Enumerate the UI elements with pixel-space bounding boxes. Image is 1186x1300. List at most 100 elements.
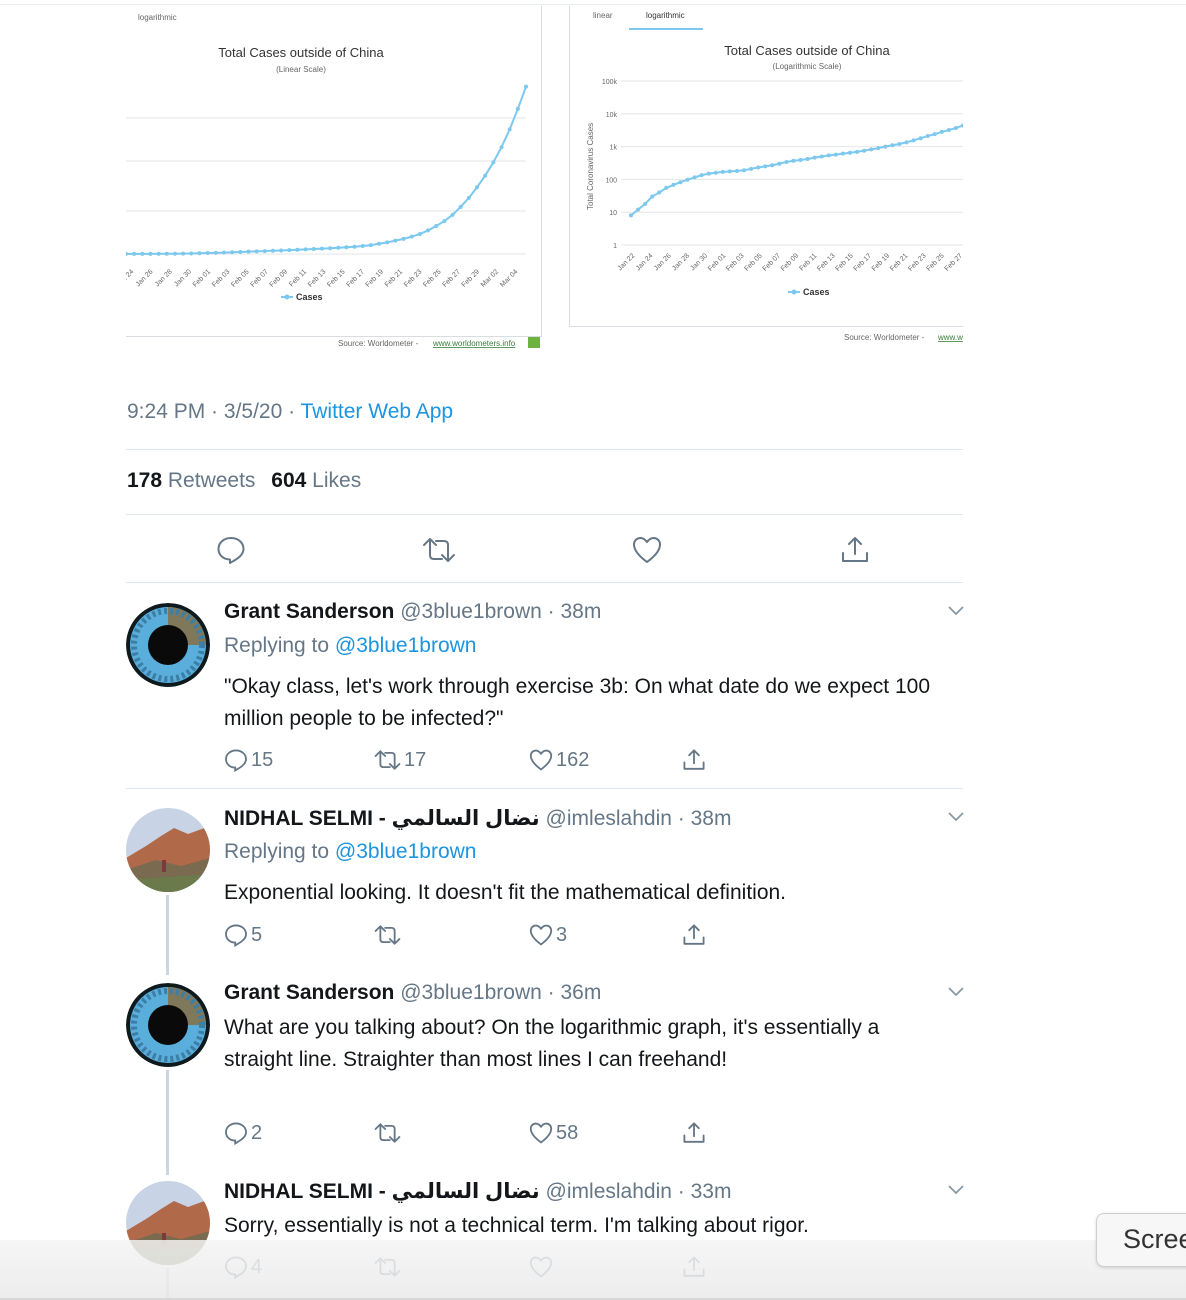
data-point[interactable]: [491, 160, 496, 165]
retweet-button[interactable]: 17: [374, 746, 426, 774]
author-handle[interactable]: @3blue1brown: [400, 981, 542, 1004]
author-name[interactable]: Grant Sanderson: [224, 981, 394, 1004]
data-point[interactable]: [483, 173, 488, 178]
tweet-source-app[interactable]: Twitter Web App: [301, 400, 454, 423]
data-point[interactable]: [720, 169, 725, 174]
data-point[interactable]: [417, 231, 422, 236]
data-point[interactable]: [319, 246, 324, 251]
avatar[interactable]: [126, 603, 210, 687]
data-point[interactable]: [629, 213, 633, 218]
data-point[interactable]: [126, 251, 128, 256]
retweet-button[interactable]: [374, 1119, 404, 1147]
data-point[interactable]: [777, 161, 782, 166]
data-point[interactable]: [911, 138, 916, 143]
data-point[interactable]: [840, 151, 845, 156]
data-point[interactable]: [883, 144, 888, 149]
chevron-down-icon[interactable]: [946, 600, 966, 620]
data-point[interactable]: [385, 240, 390, 245]
data-point[interactable]: [148, 251, 153, 256]
data-point[interactable]: [812, 155, 817, 160]
data-point[interactable]: [826, 153, 831, 158]
author-name[interactable]: Grant Sanderson: [224, 600, 394, 623]
tweet-date[interactable]: 3/5/20: [224, 400, 282, 423]
data-point[interactable]: [230, 250, 235, 255]
share-button[interactable]: [682, 1119, 706, 1147]
reply-time[interactable]: 38m: [560, 600, 601, 623]
tab-logarithmic[interactable]: logarithmic: [138, 13, 177, 22]
retweet-button[interactable]: [374, 921, 404, 949]
data-point[interactable]: [756, 165, 761, 170]
data-point[interactable]: [254, 249, 259, 254]
data-point[interactable]: [393, 238, 398, 243]
data-point[interactable]: [847, 150, 852, 155]
like-button[interactable]: 3: [529, 921, 567, 949]
data-point[interactable]: [734, 169, 739, 174]
data-point[interactable]: [636, 207, 641, 212]
data-point[interactable]: [426, 228, 431, 233]
avatar[interactable]: [126, 983, 210, 1067]
data-point[interactable]: [692, 175, 697, 180]
share-button[interactable]: [835, 530, 875, 570]
data-point[interactable]: [805, 156, 810, 161]
data-point[interactable]: [450, 212, 455, 217]
like-button[interactable]: 162: [529, 746, 589, 774]
data-point[interactable]: [377, 241, 382, 246]
data-point[interactable]: [270, 248, 275, 253]
data-point[interactable]: [819, 154, 824, 159]
data-point[interactable]: [678, 180, 683, 185]
retweet-button[interactable]: [419, 530, 459, 570]
data-point[interactable]: [295, 247, 300, 252]
data-point[interactable]: [953, 125, 958, 130]
share-button[interactable]: [682, 921, 706, 949]
data-point[interactable]: [706, 171, 711, 176]
chevron-down-icon[interactable]: [946, 806, 966, 826]
author-name[interactable]: NIDHAL SELMI - نضال السالمي: [224, 807, 540, 830]
data-point[interactable]: [671, 182, 676, 187]
data-point[interactable]: [869, 147, 874, 152]
replying-handle[interactable]: @3blue1brown: [335, 634, 477, 657]
avatar[interactable]: [126, 808, 210, 892]
data-point[interactable]: [904, 140, 909, 145]
author-handle[interactable]: @3blue1brown: [400, 600, 542, 623]
replying-handle[interactable]: @3blue1brown: [335, 840, 477, 863]
reply-time[interactable]: 33m: [691, 1180, 732, 1203]
data-point[interactable]: [507, 127, 512, 132]
data-point[interactable]: [303, 247, 308, 252]
data-point[interactable]: [946, 128, 951, 133]
data-point[interactable]: [699, 173, 704, 178]
data-point[interactable]: [458, 204, 463, 209]
data-point[interactable]: [897, 142, 902, 147]
data-point[interactable]: [939, 129, 944, 134]
data-point[interactable]: [442, 219, 447, 224]
data-point[interactable]: [466, 195, 471, 200]
reply-button[interactable]: 15: [224, 746, 273, 774]
data-point[interactable]: [664, 185, 669, 190]
data-point[interactable]: [475, 185, 480, 190]
data-point[interactable]: [932, 132, 937, 137]
author-handle[interactable]: @imleslahdin: [546, 807, 672, 830]
data-point[interactable]: [434, 223, 439, 228]
data-point[interactable]: [749, 166, 754, 171]
data-point[interactable]: [657, 190, 662, 195]
data-point[interactable]: [685, 177, 690, 182]
data-point[interactable]: [770, 163, 775, 168]
screenshot-button[interactable]: Scree: [1096, 1213, 1186, 1267]
chart-legend[interactable]: Cases: [281, 292, 323, 302]
data-point[interactable]: [833, 152, 838, 157]
data-point[interactable]: [784, 159, 789, 164]
data-point[interactable]: [197, 251, 202, 256]
data-point[interactable]: [336, 245, 341, 250]
share-button[interactable]: [682, 746, 706, 774]
reply-button[interactable]: 2: [224, 1119, 262, 1147]
reply-button[interactable]: 5: [224, 921, 262, 949]
data-point[interactable]: [213, 250, 218, 255]
data-point[interactable]: [164, 251, 169, 256]
data-point[interactable]: [262, 249, 267, 254]
retweets-stat[interactable]: 178 Retweets: [127, 469, 255, 492]
chevron-down-icon[interactable]: [946, 1179, 966, 1199]
data-point[interactable]: [713, 170, 718, 175]
data-point[interactable]: [515, 106, 520, 111]
data-point[interactable]: [172, 251, 177, 256]
tweet-time[interactable]: 9:24 PM: [127, 400, 205, 423]
data-point[interactable]: [311, 247, 316, 252]
